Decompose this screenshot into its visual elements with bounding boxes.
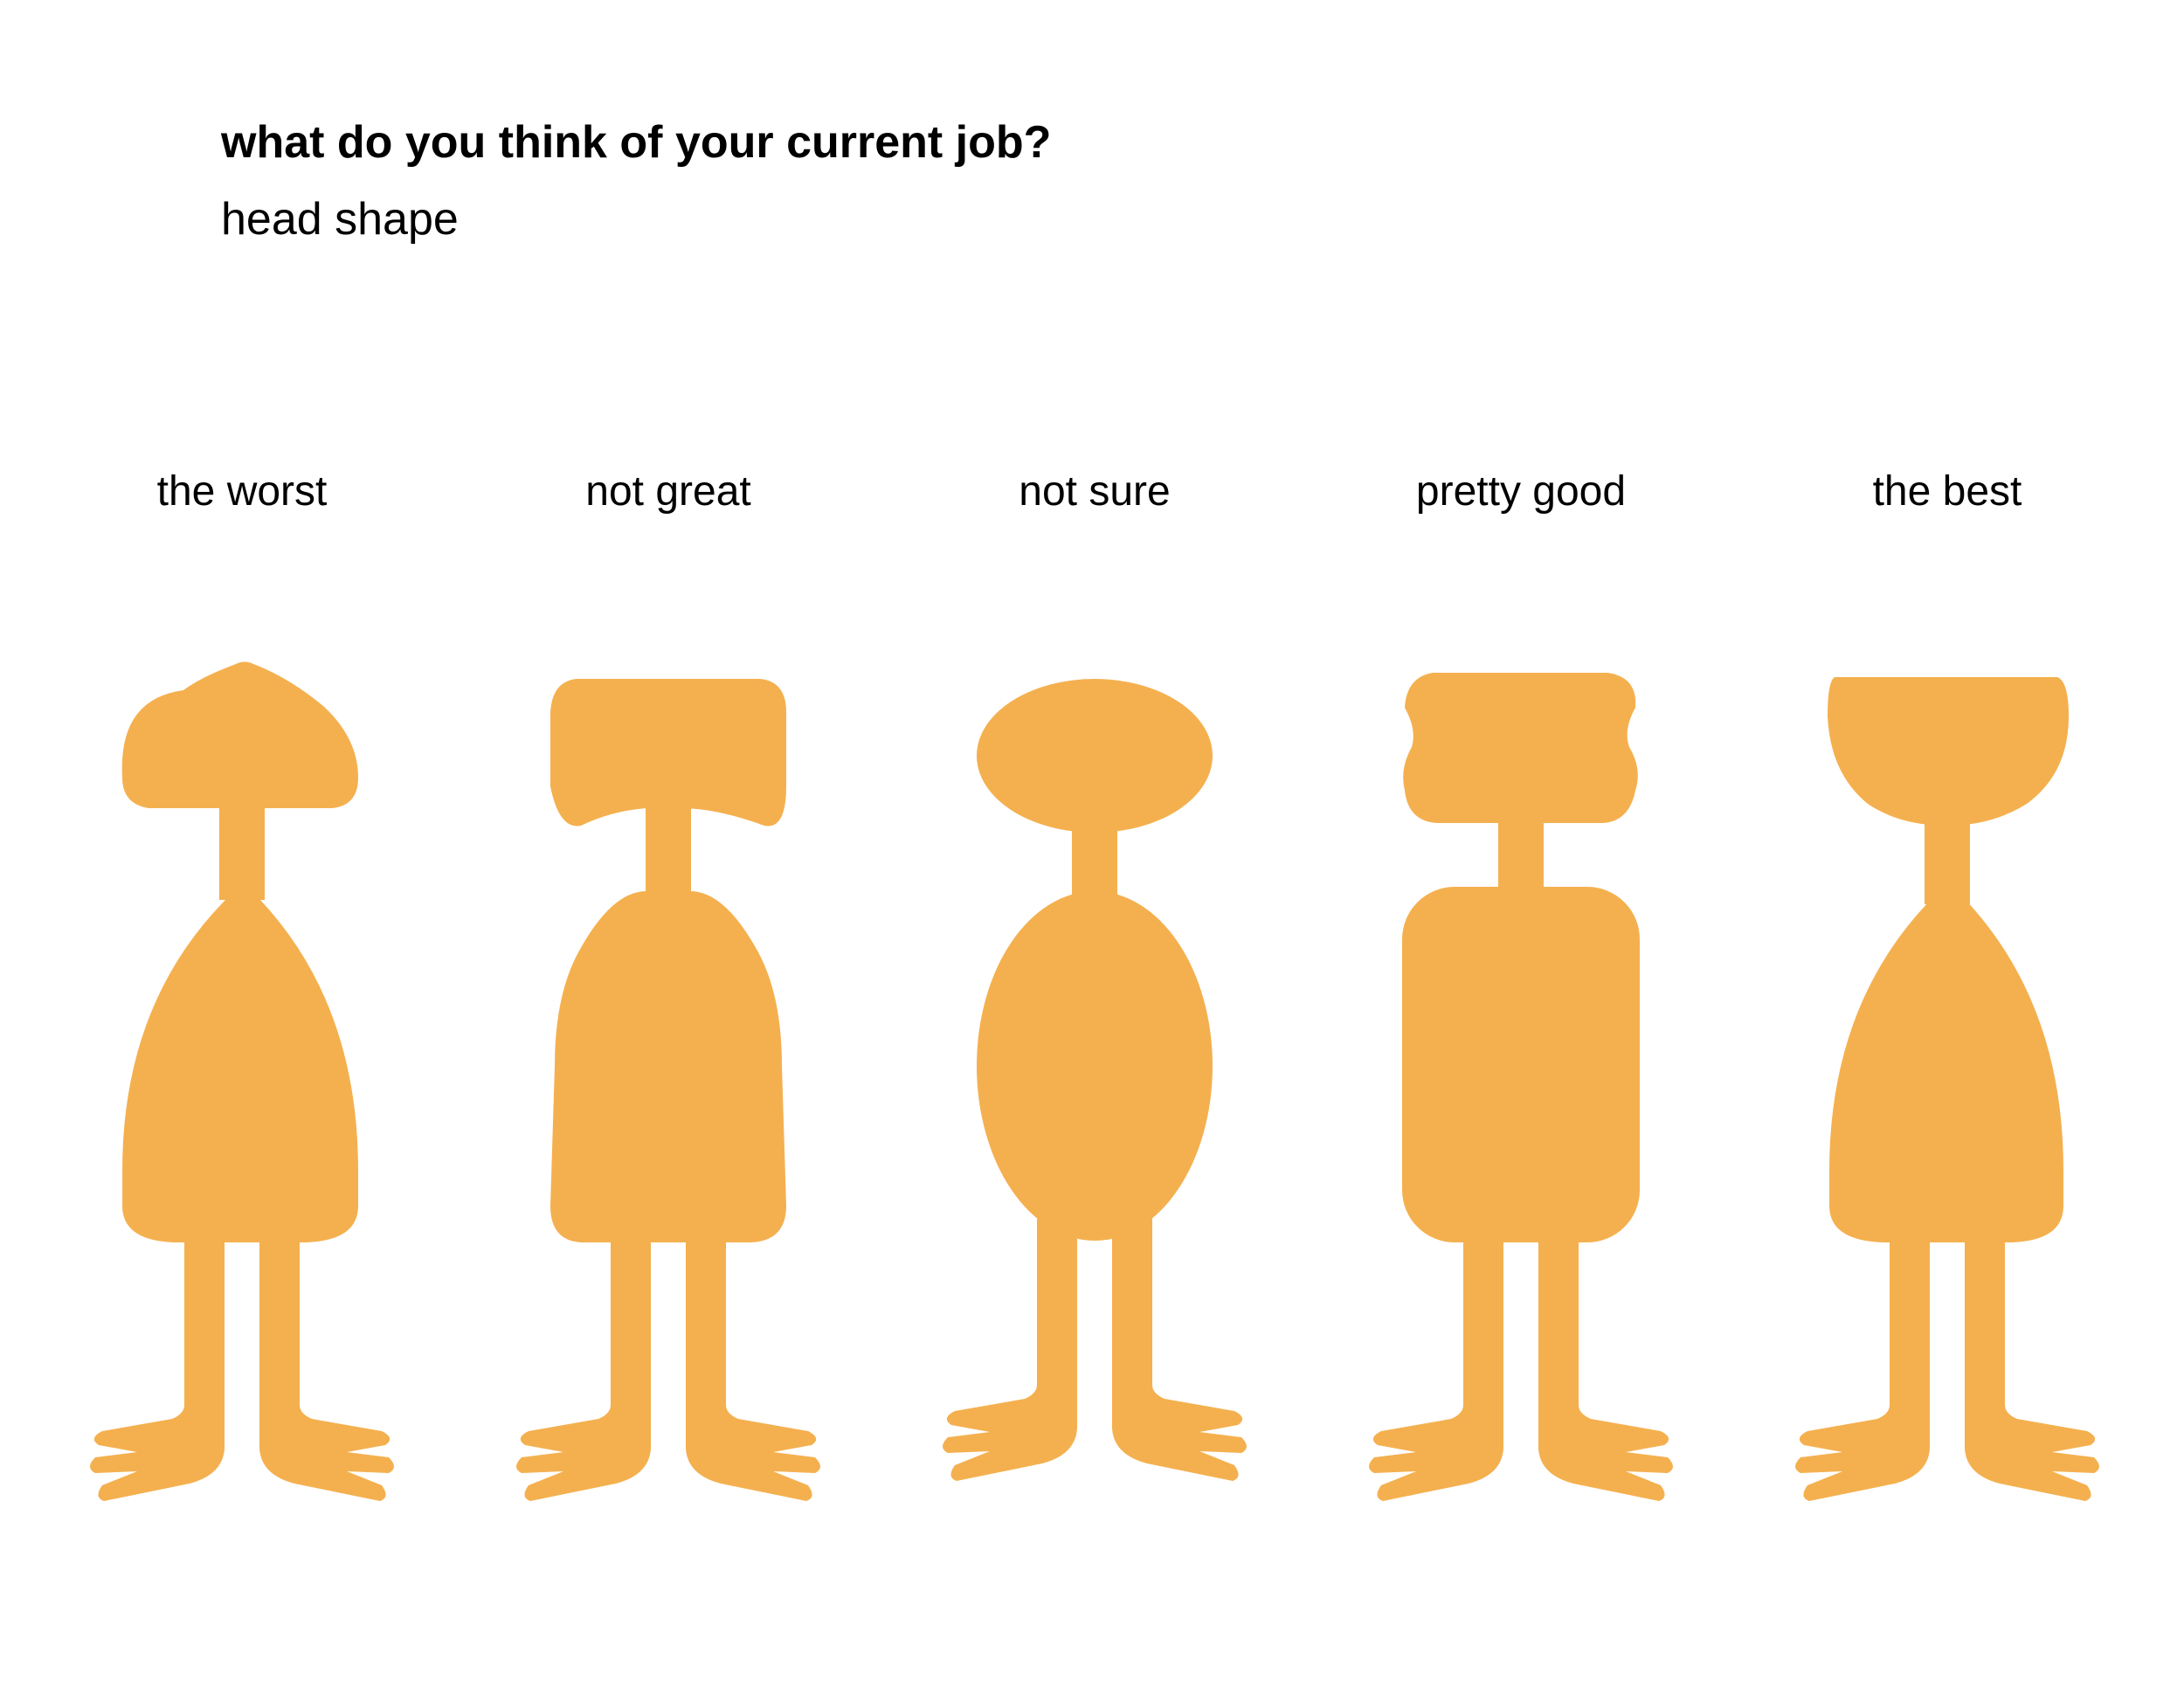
drooping-block-head-shape [550,679,786,827]
rounded-rect-body-shape [1402,887,1640,1242]
teardrop-body-shape [122,900,358,1242]
figure-label-the-worst: the worst [157,468,328,515]
figures-canvas: the worst not great not sure pretty good… [90,468,2099,1501]
neck-shape [219,804,265,900]
legs-shape [1369,1239,1673,1501]
figure-the-best: the best [1795,468,2099,1501]
figure-label-the-best: the best [1873,468,2022,515]
dome-head-shape [121,661,358,808]
wavy-block-head-shape [1403,673,1638,823]
figure-label-not-sure: not sure [1019,468,1170,515]
legs-shape [516,1239,820,1501]
bowl-head-shape [1828,677,2069,826]
figure-label-not-great: not great [585,468,750,515]
legs-shape [943,1219,1247,1481]
bell-body-shape [550,891,786,1242]
figure-not-sure: not sure [943,468,1247,1481]
oval-body-shape [977,891,1213,1241]
oval-head-shape [977,679,1213,833]
figure-pretty-good: pretty good [1369,468,1673,1501]
neck-shape [646,808,691,904]
legs-shape [90,1239,394,1501]
figure-not-great: not great [516,468,820,1501]
neck-shape [1925,817,1970,904]
figure-the-worst: the worst [90,468,394,1501]
teardrop-body-shape [1829,900,2063,1242]
figure-label-pretty-good: pretty good [1416,468,1626,515]
legs-shape [1795,1239,2099,1501]
